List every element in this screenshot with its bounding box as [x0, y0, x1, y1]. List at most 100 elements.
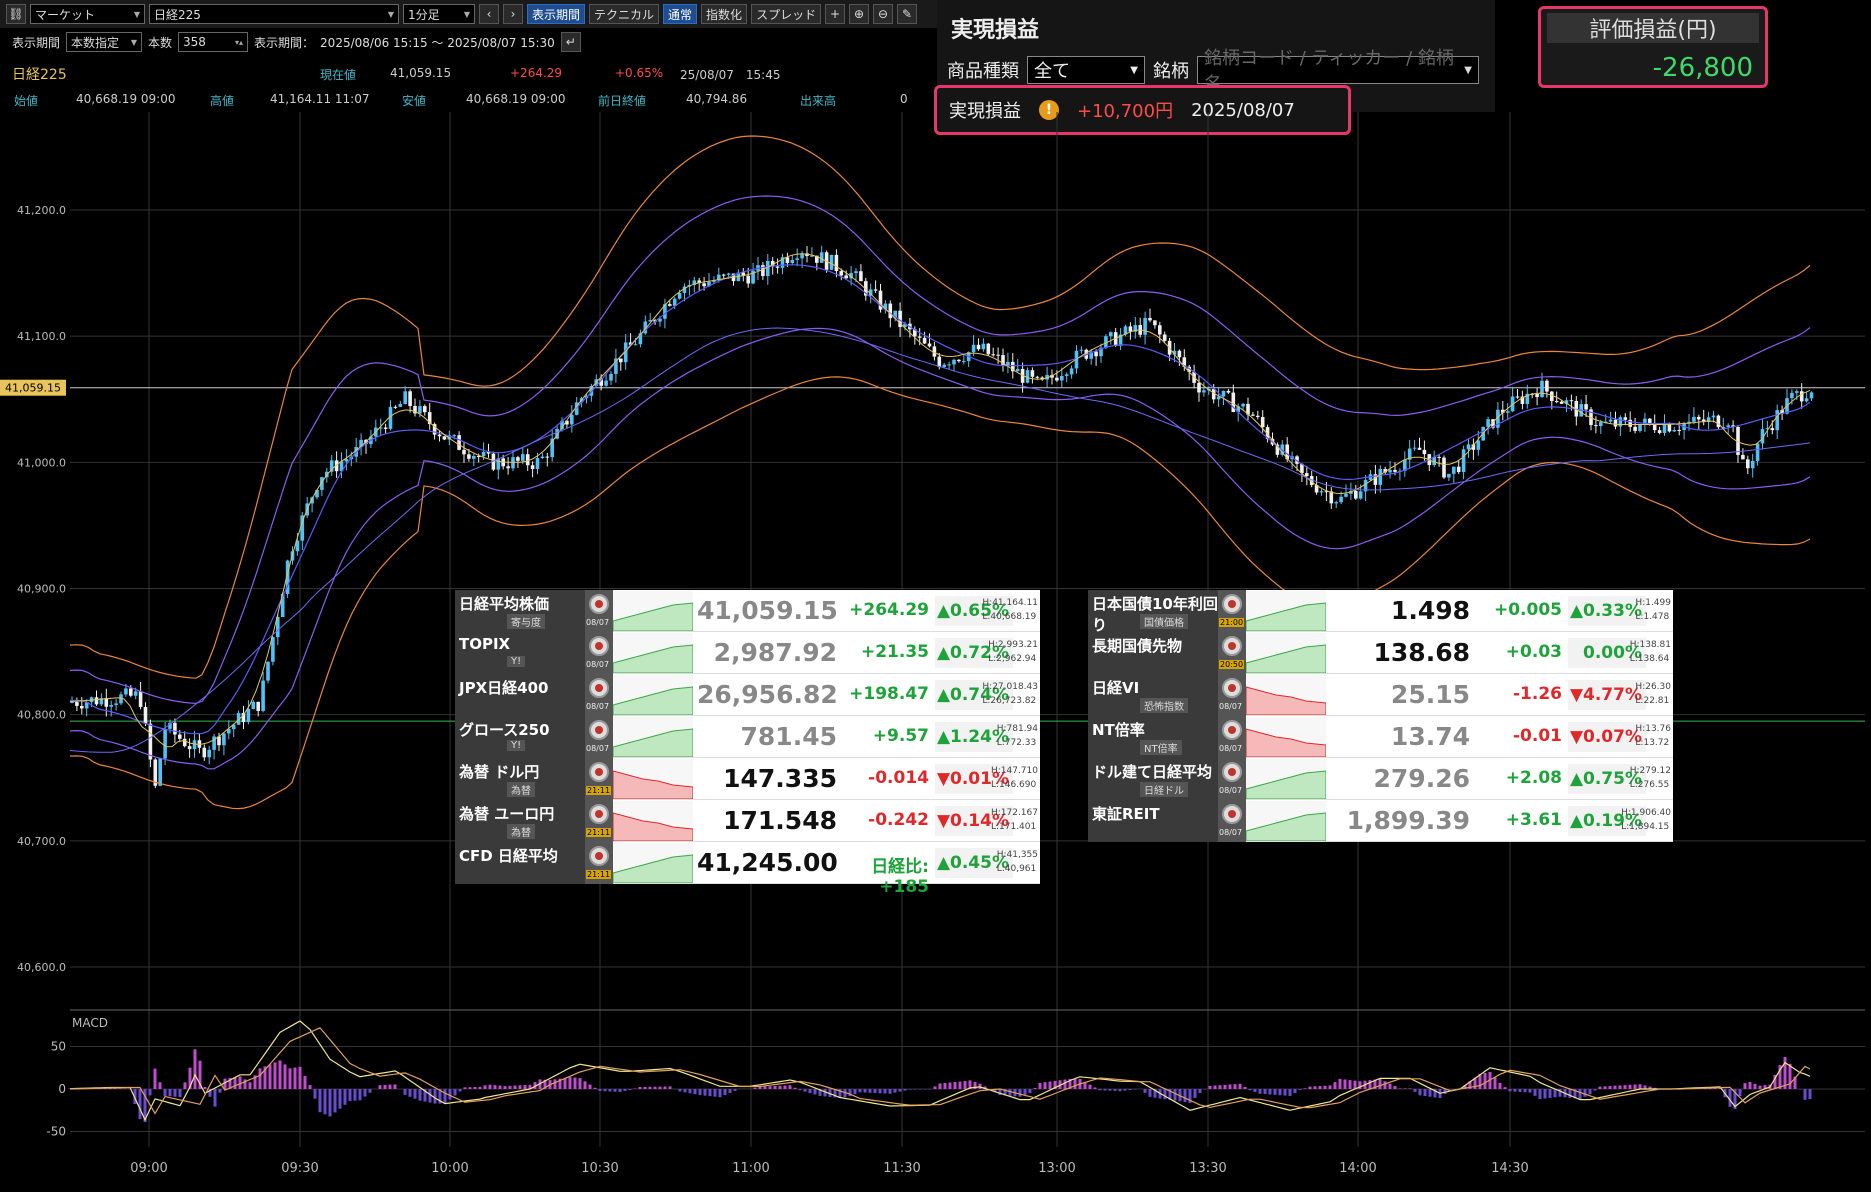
next-arrow-icon[interactable]: › [503, 4, 523, 24]
symbol-filter-input[interactable]: 銘柄コード / ティッカー / 銘柄名▼ [1197, 48, 1479, 95]
record-icon[interactable] [1222, 804, 1242, 824]
record-icon[interactable] [589, 720, 609, 740]
macd-histogram-bar [683, 1089, 687, 1093]
candle-body [1202, 390, 1206, 393]
macd-histogram-bar [1313, 1086, 1317, 1089]
tile-sub-button[interactable]: Y! [507, 740, 526, 751]
high-label: 高値 [210, 94, 235, 108]
candle-body [1344, 493, 1348, 497]
record-icon[interactable] [589, 678, 609, 698]
record-icon[interactable] [589, 594, 609, 614]
tile-sub-button[interactable]: NT倍率 [1140, 740, 1182, 755]
stepper-icon[interactable]: ▾▴ [235, 38, 243, 47]
record-icon[interactable] [1222, 720, 1242, 740]
macd-histogram-bar [338, 1089, 342, 1109]
tile-sub-button[interactable]: 日経ドル [1140, 782, 1188, 797]
candle-body [383, 427, 388, 429]
candle-body [124, 688, 128, 695]
macd-histogram-bar [1263, 1089, 1267, 1095]
category-select[interactable]: 全て ▼ [1027, 56, 1145, 84]
index-button[interactable]: 指数化 [701, 4, 748, 24]
market-tile[interactable]: 為替 ドル円 為替 21:11 147.335 -0.014 ▼0.01% H:147.71… [455, 758, 1040, 800]
candle-body [1599, 422, 1603, 427]
count-input[interactable]: 358 ▾▴ [178, 32, 249, 52]
prev-arrow-icon[interactable]: ‹ [479, 4, 499, 24]
interval-select[interactable]: 1分足 ▼ [403, 4, 475, 24]
macd-histogram-bar [1758, 1085, 1762, 1089]
tile-sub-button[interactable]: 為替 [507, 824, 535, 839]
current-label: 現在値 [320, 68, 357, 82]
record-icon[interactable] [1222, 636, 1242, 656]
candle-body [1109, 332, 1113, 337]
zoom-out-icon[interactable]: ⊖ [873, 4, 894, 24]
record-icon[interactable] [1222, 594, 1242, 614]
plus-icon[interactable]: + [825, 4, 846, 24]
market-tile[interactable]: 為替 ユーロ円 為替 21:11 171.548 -0.242 ▼0.14% H:172.1… [455, 800, 1040, 842]
macd-histogram-bar [563, 1077, 567, 1089]
tile-price: 171.548 [723, 806, 837, 835]
market-tile[interactable]: グロース250 Y! 08/07 781.45 +9.57 ▲1.24% H:781.94 L… [455, 716, 1040, 758]
market-tile[interactable]: NT倍率 NT倍率 08/07 13.74 -0.01 ▼0.07% H:13.76 L:13… [1088, 716, 1673, 758]
candle-body [472, 455, 476, 459]
market-tile[interactable]: ドル建て日経平均 日経ドル 08/07 279.26 +2.08 ▲0.75% H:279.… [1088, 758, 1673, 800]
period-button[interactable]: 表示期間 [527, 4, 586, 24]
macd-histogram-bar [1073, 1078, 1077, 1089]
macd-histogram-bar [1413, 1089, 1417, 1092]
symbol-select[interactable]: 日経225 ▼ [149, 4, 399, 24]
category-label: 商品種類 [947, 61, 1019, 82]
candle-body [1260, 416, 1265, 428]
tile-sub-button[interactable]: 恐怖指数 [1140, 698, 1188, 713]
candle-body [1746, 459, 1750, 469]
market-tile[interactable]: JPX日経400 08/07 26,956.82 +198.47 ▲0.74% H:27,… [455, 674, 1040, 716]
tile-sub-button[interactable]: Y! [507, 656, 526, 667]
record-icon[interactable] [1222, 762, 1242, 782]
candle-body [981, 343, 986, 350]
market-tile[interactable]: CFD 日経平均 21:11 41,245.00 日経比: +185 ▲0.45% H:4… [455, 842, 1040, 897]
market-tile[interactable]: 長期国債先物 20:50 138.68 +0.03 0.00% H:138.81 L:138… [1088, 632, 1673, 674]
tile-sub-button[interactable]: 為替 [507, 782, 535, 797]
record-icon[interactable] [1222, 678, 1242, 698]
macd-histogram-bar [1593, 1089, 1597, 1091]
candle-body [962, 361, 966, 363]
zoom-in-icon[interactable]: ⊕ [849, 4, 870, 24]
count-mode-select[interactable]: 本数指定 ▼ [66, 32, 143, 52]
tile-high-low: H:1.499 L:1.478 [1635, 596, 1671, 624]
candle-body [1388, 469, 1392, 473]
spread-button[interactable]: スプレッド [751, 4, 822, 24]
tile-sub-button[interactable]: 寄与度 [507, 614, 545, 629]
normal-button[interactable]: 通常 [663, 4, 698, 24]
return-icon[interactable]: ↵ [560, 32, 581, 52]
candle-body [677, 293, 682, 299]
macd-histogram-bar [233, 1077, 237, 1089]
interval-select-value: 1分足 [408, 7, 440, 22]
market-tile[interactable]: 東証REIT 08/07 1,899.39 +3.61 ▲0.19% H:1,906.40… [1088, 800, 1673, 842]
tile-sparkline [613, 843, 693, 883]
tile-high-low: H:2,993.21 L:2,962.94 [988, 638, 1038, 666]
x-tick-label: 14:00 [1339, 1161, 1376, 1176]
macd-histogram-bar [1228, 1084, 1232, 1089]
macd-histogram-bar [268, 1064, 272, 1089]
record-icon[interactable] [589, 804, 609, 824]
market-tile[interactable]: TOPIX Y! 08/07 2,987.92 +21.35 ▲0.72% H:2,993.… [455, 632, 1040, 674]
symbol-select-value: 日経225 [154, 7, 201, 22]
market-select[interactable]: マーケット ▼ [30, 4, 145, 24]
market-tile[interactable]: 日経VI 恐怖指数 08/07 25.15 -1.26 ▼4.77% H:26.30 L:22… [1088, 674, 1673, 716]
tile-badge: 08/07 [1218, 758, 1246, 800]
pencil-icon[interactable]: ✎ [897, 4, 918, 24]
tile-sparkline [613, 633, 693, 673]
market-tile[interactable]: 日本国債10年利回り 国債価格 21:00 1.498 +0.005 ▲0.33% H:1.… [1088, 590, 1673, 634]
candle-body [1015, 368, 1020, 372]
record-icon[interactable] [589, 846, 609, 866]
macd-histogram-bar [443, 1089, 447, 1104]
record-icon[interactable] [589, 636, 609, 656]
macd-histogram-bar [953, 1082, 957, 1089]
tile-name: 為替 ユーロ円 [459, 805, 555, 823]
record-icon[interactable] [589, 762, 609, 782]
candle-body [462, 449, 466, 455]
technical-button[interactable]: テクニカル [589, 4, 660, 24]
candle-body [1069, 368, 1074, 375]
tile-sub-button[interactable]: 国債価格 [1140, 614, 1188, 629]
market-tile[interactable]: 日経平均株価 寄与度 08/07 41,059.15 +264.29 ▲0.65% H:41… [455, 590, 1040, 632]
link-icon[interactable]: ⛓ [6, 4, 26, 24]
macd-histogram-bar [1043, 1082, 1047, 1089]
